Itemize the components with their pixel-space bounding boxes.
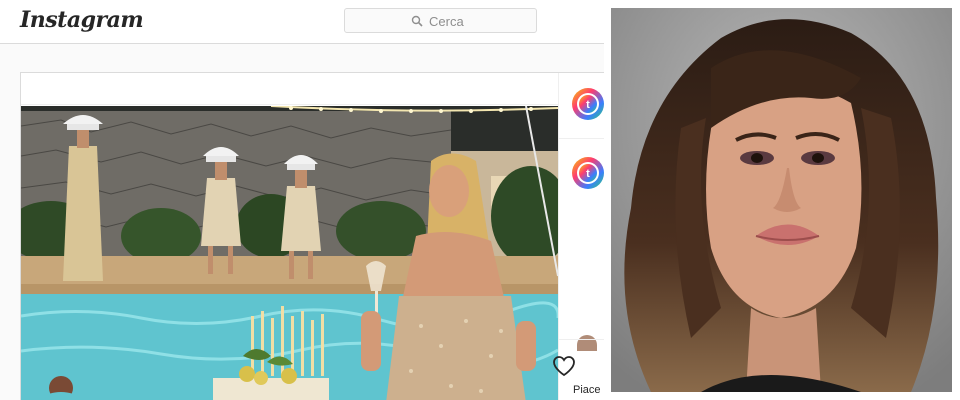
instagram-panel: Instagram Cerca t t Piace — [0, 0, 604, 400]
svg-text:t: t — [586, 168, 590, 180]
rainbow-avatar-icon[interactable]: t — [571, 156, 604, 190]
separator — [559, 339, 604, 340]
svg-text:t: t — [586, 99, 590, 111]
separator — [559, 138, 604, 139]
instagram-logo[interactable]: Instagram — [20, 7, 144, 33]
commenter-avatar[interactable] — [577, 335, 597, 351]
rainbow-avatar-icon[interactable]: t — [571, 87, 604, 121]
likes-label[interactable]: Piace — [573, 384, 601, 396]
top-navbar: Instagram Cerca — [0, 0, 604, 44]
panel-divider — [604, 0, 611, 400]
post-header — [21, 73, 558, 105]
comments-panel: t t — [558, 73, 604, 400]
heart-icon[interactable] — [552, 355, 576, 377]
post-card: t t — [20, 72, 604, 400]
post-photo[interactable] — [21, 106, 558, 400]
search-input[interactable]: Cerca — [344, 8, 537, 33]
search-icon — [411, 15, 423, 27]
portrait-photo — [611, 8, 952, 392]
search-placeholder: Cerca — [429, 14, 464, 29]
